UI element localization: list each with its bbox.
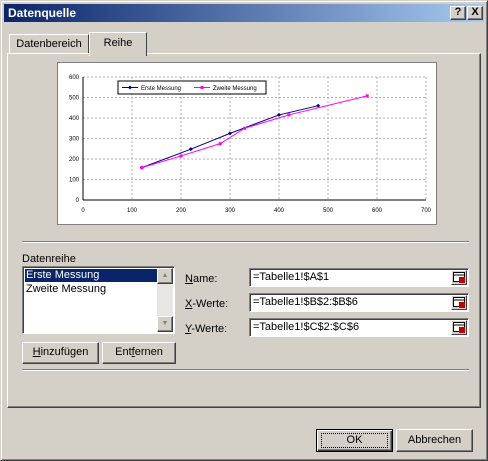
x-tick-label: 500 [323, 208, 334, 214]
y-tick-label: 100 [69, 178, 80, 184]
tab-datenbereich[interactable]: Datenbereich [9, 34, 89, 54]
collapse-dialog-icon[interactable] [451, 320, 467, 335]
name-label: Name: [185, 273, 218, 285]
x-tick-label: 300 [225, 208, 236, 214]
name-field[interactable]: =Tabelle1!$A$1 [249, 268, 469, 287]
window-title: Datenquelle [8, 6, 77, 20]
x-tick-label: 600 [372, 208, 383, 214]
separator-bottom [22, 369, 469, 371]
data-point [188, 147, 193, 152]
scroll-up-icon[interactable]: ▲ [157, 268, 173, 284]
data-point [140, 166, 144, 170]
y-values-field-value: =Tabelle1!$C$2:$C$6 [253, 321, 360, 333]
help-button[interactable]: ? [450, 6, 466, 20]
collapse-dialog-icon[interactable] [451, 270, 467, 285]
scroll-down-icon[interactable]: ▼ [157, 316, 173, 332]
tab-reihe[interactable]: Reihe [89, 32, 147, 56]
collapse-dialog-icon[interactable] [451, 295, 467, 310]
x-tick-label: 100 [127, 208, 138, 214]
y-tick-label: 200 [69, 157, 80, 163]
legend-label: Zweite Messung [213, 86, 257, 92]
x-tick-label: 0 [81, 208, 85, 214]
x-values-field-value: =Tabelle1!$B$2:$B$6 [253, 296, 358, 308]
legend-label: Erste Messung [141, 86, 181, 92]
chart-svg: 0 100 200 300 400 500 600 700 0 100 200 300 400 500 60… [69, 75, 432, 214]
ok-button[interactable]: OK [316, 429, 393, 452]
y-values-field[interactable]: =Tabelle1!$C$2:$C$6 [249, 318, 469, 337]
data-point [228, 131, 232, 136]
x-tick-label: 700 [421, 208, 432, 214]
data-point [243, 126, 247, 130]
series-line [141, 95, 368, 169]
name-field-value: =Tabelle1!$A$1 [253, 271, 330, 283]
y-values-label: Y-Werte: [185, 323, 228, 335]
x-values-label: X-Werte: [185, 298, 229, 310]
legend-marker [200, 86, 204, 89]
title-bar[interactable]: Datenquelle ? X [4, 4, 484, 22]
y-tick-label: 0 [76, 198, 80, 204]
data-point [179, 154, 183, 158]
x-values-field[interactable]: =Tabelle1!$B$2:$B$6 [249, 293, 469, 312]
series-listbox[interactable]: Erste Messung Zweite Messung ▲ ▼ [22, 266, 175, 334]
chart-preview: 0 100 200 300 400 500 600 700 0 100 200 300 400 500 60… [57, 62, 437, 225]
separator-top [22, 241, 469, 243]
series-list-item[interactable]: Zweite Messung [25, 283, 158, 296]
remove-series-button[interactable]: Entfernen [102, 342, 176, 364]
y-tick-label: 300 [69, 137, 80, 143]
data-point [287, 113, 291, 117]
y-tick-label: 400 [69, 116, 80, 122]
x-tick-label: 200 [176, 208, 187, 214]
tab-label: Reihe [103, 37, 133, 49]
tab-label: Datenbereich [16, 38, 82, 50]
y-tick-label: 600 [69, 75, 80, 81]
dialog-window: Datenquelle ? X Datenbereich Reihe 0 100 2… [0, 0, 488, 461]
y-tick-label: 500 [69, 96, 80, 102]
data-point [277, 112, 281, 117]
listbox-scrollbar[interactable]: ▲ ▼ [157, 268, 173, 332]
x-tick-label: 400 [274, 208, 285, 214]
data-point [365, 94, 369, 98]
cancel-button[interactable]: Abbrechen [396, 429, 473, 452]
close-button[interactable]: X [467, 6, 483, 20]
add-series-button[interactable]: Hinzufügen [22, 342, 99, 364]
series-list-item[interactable]: Erste Messung [25, 269, 158, 282]
data-point [218, 142, 222, 146]
series-group-label: Datenreihe [22, 253, 76, 265]
focus-rect [321, 433, 388, 448]
